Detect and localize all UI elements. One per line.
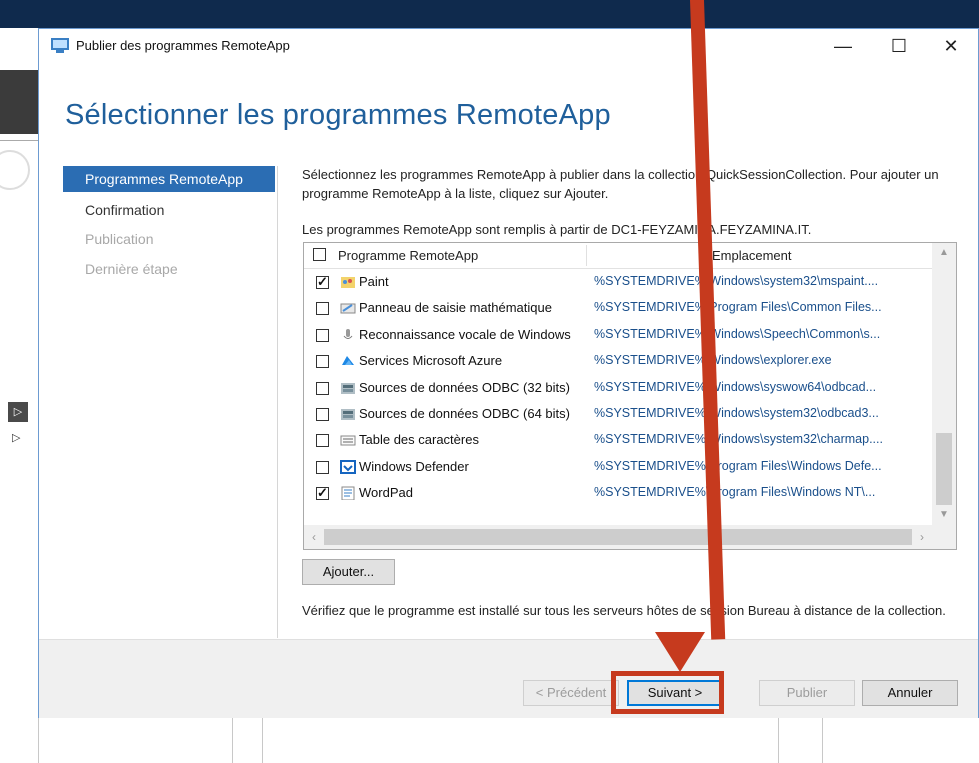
- program-checkbox[interactable]: [316, 302, 329, 316]
- background-column-line: [822, 718, 823, 763]
- publish-remoteapp-dialog: Publier des programmes RemoteApp — ☐ ✕ S…: [38, 28, 979, 718]
- cancel-button[interactable]: Annuler: [862, 680, 958, 706]
- paint-icon: [341, 277, 355, 288]
- azure-icon: [342, 356, 354, 366]
- program-checkbox[interactable]: [316, 485, 329, 501]
- scroll-down-icon[interactable]: ▼: [932, 505, 956, 525]
- program-checkbox[interactable]: [316, 460, 329, 474]
- program-checkbox[interactable]: [316, 407, 329, 421]
- scroll-left-icon[interactable]: ‹: [304, 525, 324, 549]
- odbc-icon: [341, 408, 355, 420]
- program-name: Sources de données ODBC (64 bits): [359, 405, 570, 421]
- table-row[interactable]: WordPad %SYSTEMDRIVE%\Program Files\Windo…: [304, 480, 932, 506]
- source-server-text: Les programmes RemoteApp sont remplis à …: [302, 222, 812, 237]
- program-name: Paint: [359, 274, 389, 289]
- table-row[interactable]: Sources de données ODBC (32 bits) %SYSTEM…: [304, 375, 932, 401]
- wizard-steps-nav: Programmes RemoteApp Confirmation Public…: [63, 166, 278, 638]
- table-row[interactable]: Table des caractères %SYSTEMDRIVE%\Window…: [304, 427, 932, 453]
- background-column-line: [262, 718, 263, 763]
- program-location: %SYSTEMDRIVE%\Windows\syswow64\odbcad...: [594, 379, 877, 394]
- page-title: Sélectionner les programmes RemoteApp: [65, 99, 611, 131]
- program-checkbox[interactable]: [316, 381, 329, 395]
- horizontal-scroll-thumb[interactable]: [324, 529, 912, 545]
- column-header-program[interactable]: Programme RemoteApp: [338, 248, 478, 263]
- nav-item-publication: Publication: [85, 231, 154, 247]
- wizard-footer: < Précédent Suivant > Publier Annuler: [39, 639, 978, 718]
- program-location: %SYSTEMDRIVE%\Windows\system32\charmap..…: [594, 432, 883, 447]
- background-toolbar: [0, 70, 38, 190]
- program-name: Table des caractères: [359, 432, 479, 448]
- column-header-location[interactable]: Emplacement: [712, 248, 791, 263]
- program-location: %SYSTEMDRIVE%\Program Files\Windows Defe…: [594, 458, 882, 473]
- instructions-text: Sélectionnez les programmes RemoteApp à …: [302, 167, 939, 201]
- program-location: %SYSTEMDRIVE%\Windows\Speech\Common\s...: [594, 326, 881, 341]
- program-checkbox[interactable]: [316, 355, 329, 369]
- horizontal-scrollbar[interactable]: ‹ ›: [304, 525, 956, 549]
- background-column-line: [778, 718, 779, 763]
- table-row[interactable]: Sources de données ODBC (64 bits) %SYSTEM…: [304, 401, 932, 427]
- math-input-icon: [340, 303, 356, 314]
- program-name: Reconnaissance vocale de Windows: [359, 326, 571, 342]
- list-header: Programme RemoteApp Emplacement: [304, 243, 932, 269]
- program-name: Windows Defender: [359, 458, 469, 474]
- background-divider: [0, 140, 38, 141]
- program-name: Panneau de saisie mathématique: [359, 300, 552, 316]
- title-bar[interactable]: Publier des programmes RemoteApp — ☐ ✕: [39, 29, 978, 63]
- nav-item-last-step: Dernière étape: [85, 261, 178, 277]
- background-window-panel: estic: [0, 28, 39, 763]
- table-row[interactable]: Panneau de saisie mathématique %SYSTEMDRI…: [304, 295, 932, 321]
- install-note-text: Vérifiez que le programme est installé s…: [302, 603, 946, 618]
- column-divider[interactable]: [586, 245, 587, 266]
- program-name: WordPad: [359, 485, 413, 501]
- expand-triangle-icon[interactable]: ▷: [12, 431, 20, 444]
- table-row[interactable]: Services Microsoft Azure %SYSTEMDRIVE%\Wi…: [304, 348, 932, 374]
- program-checkbox[interactable]: [316, 328, 329, 342]
- program-location: %SYSTEMDRIVE%\Program Files\Common Files…: [594, 300, 882, 315]
- remoteapp-program-list[interactable]: Programme RemoteApp Emplacement Paint %SY…: [303, 242, 957, 550]
- scroll-up-icon[interactable]: ▲: [932, 243, 956, 263]
- table-row[interactable]: Reconnaissance vocale de Windows %SYSTEMD…: [304, 322, 932, 348]
- nav-item-remoteapp-programs[interactable]: Programmes RemoteApp: [63, 166, 275, 192]
- close-button[interactable]: ✕: [929, 33, 973, 59]
- program-location: %SYSTEMDRIVE%\Windows\explorer.exe: [594, 353, 930, 367]
- program-location: %SYSTEMDRIVE%\Windows\system32\odbcad3..…: [594, 405, 879, 420]
- program-location: %SYSTEMDRIVE%\Program Files\Windows NT\.…: [594, 485, 876, 500]
- previous-button[interactable]: < Précédent: [523, 680, 619, 706]
- program-name: Services Microsoft Azure: [359, 353, 503, 369]
- odbc-icon: [341, 382, 355, 394]
- program-rows: Paint %SYSTEMDRIVE%\Windows\system32\mspa…: [304, 269, 932, 507]
- annotation-highlight-box: [611, 671, 724, 714]
- add-program-button[interactable]: Ajouter...: [302, 559, 395, 585]
- expand-triangle-icon[interactable]: ▷: [8, 402, 28, 422]
- program-location: %SYSTEMDRIVE%\Windows\system32\mspaint..…: [594, 274, 879, 288]
- vertical-scroll-thumb[interactable]: [936, 433, 952, 505]
- desktop-top-bar: [0, 0, 979, 28]
- charmap-icon: [340, 435, 356, 446]
- nav-item-confirmation[interactable]: Confirmation: [63, 197, 275, 223]
- defender-icon: [340, 459, 356, 474]
- scroll-right-icon[interactable]: ›: [912, 525, 932, 549]
- background-column-line: [232, 718, 233, 763]
- select-all-checkbox[interactable]: [313, 248, 326, 261]
- vertical-scrollbar[interactable]: ▲ ▼: [932, 243, 956, 525]
- table-row[interactable]: Windows Defender %SYSTEMDRIVE%\Program Fi…: [304, 454, 932, 480]
- program-checkbox[interactable]: [316, 434, 329, 448]
- minimize-button[interactable]: —: [821, 33, 865, 59]
- program-name: Sources de données ODBC (32 bits): [359, 379, 570, 395]
- microphone-icon: [343, 328, 353, 339]
- wordpad-icon: [341, 486, 355, 501]
- publish-button[interactable]: Publier: [759, 680, 855, 706]
- maximize-button[interactable]: ☐: [877, 33, 921, 59]
- window-title: Publier des programmes RemoteApp: [76, 38, 290, 53]
- table-row[interactable]: Paint %SYSTEMDRIVE%\Windows\system32\mspa…: [304, 269, 932, 295]
- annotation-arrow-head: [655, 632, 705, 672]
- remoteapp-window-icon: [51, 38, 69, 53]
- program-checkbox[interactable]: [316, 274, 329, 290]
